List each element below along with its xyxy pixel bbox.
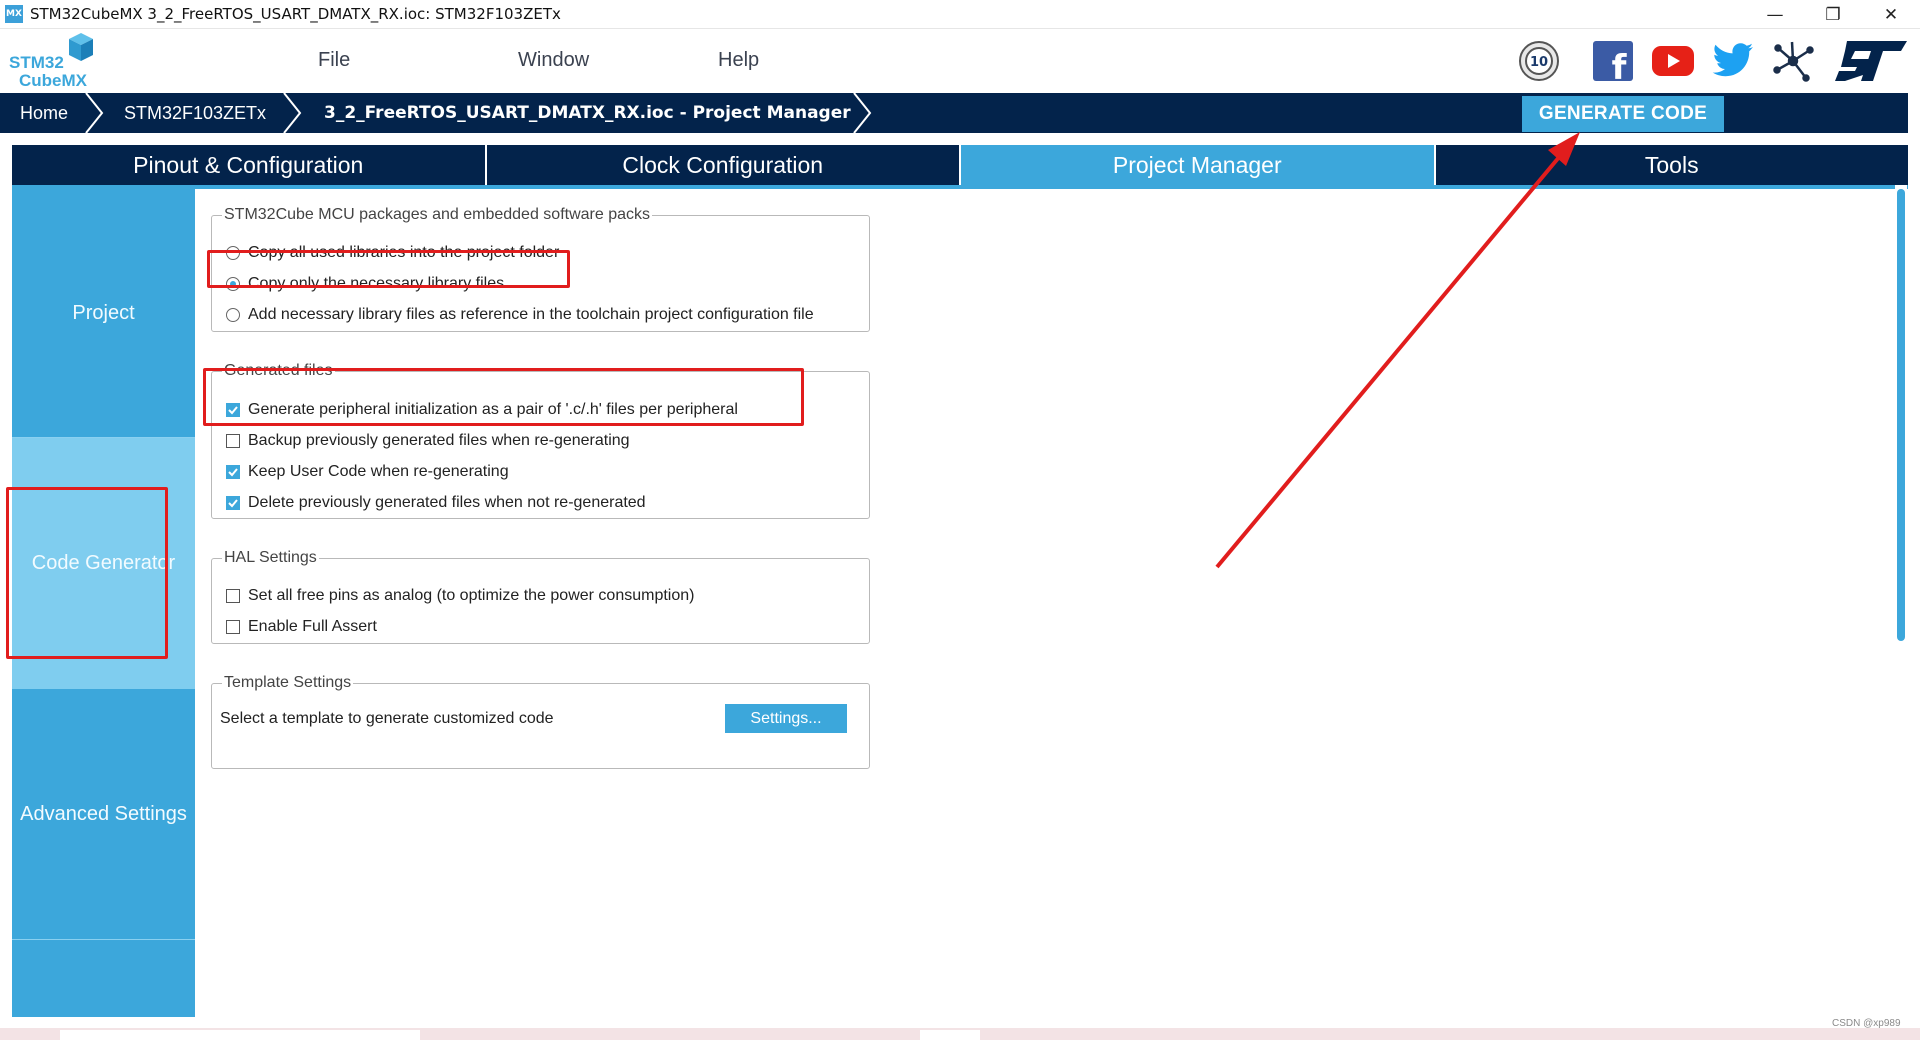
cube-icon: STM32 CubeMX bbox=[9, 33, 93, 90]
tab-clock-configuration[interactable]: Clock Configuration bbox=[486, 145, 961, 185]
menu-help[interactable]: Help bbox=[718, 49, 759, 72]
breadcrumb-project[interactable]: 3_2_FreeRTOS_USART_DMATX_RX.ioc - Projec… bbox=[324, 93, 851, 133]
taskbar-item[interactable] bbox=[60, 1030, 420, 1040]
template-settings-button[interactable]: Settings... bbox=[725, 704, 847, 733]
sidebar-divider bbox=[12, 939, 195, 940]
option-label: Set all free pins as analog (to optimize… bbox=[248, 587, 695, 604]
badge-text: 10 bbox=[1530, 55, 1548, 70]
scrollbar-thumb[interactable] bbox=[1897, 189, 1905, 641]
chevron-right-icon bbox=[283, 93, 302, 133]
chevron-right-icon bbox=[853, 93, 872, 133]
template-settings-group: Template Settings Select a template to g… bbox=[211, 674, 870, 769]
checkbox-icon[interactable] bbox=[226, 589, 240, 603]
group-legend: STM32Cube MCU packages and embedded soft… bbox=[224, 206, 650, 223]
network-icon[interactable] bbox=[1771, 37, 1815, 85]
hal-settings-group: HAL Settings Set all free pins as analog… bbox=[211, 549, 870, 644]
close-button[interactable]: ✕ bbox=[1862, 0, 1920, 29]
tab-tools[interactable]: Tools bbox=[1435, 145, 1908, 185]
template-text: Select a template to generate customized… bbox=[220, 710, 554, 727]
window-right-edge bbox=[1908, 93, 1920, 1040]
anniversary-badge-icon[interactable]: 10 bbox=[1517, 37, 1561, 85]
group-legend: HAL Settings bbox=[224, 549, 317, 566]
generate-code-button[interactable]: GENERATE CODE bbox=[1522, 96, 1724, 132]
sidebar-item-advanced-settings[interactable]: Advanced Settings bbox=[12, 689, 195, 939]
template-description: Select a template to generate customized… bbox=[220, 710, 554, 728]
checkbox-checked-icon[interactable] bbox=[226, 465, 240, 479]
group-legend: Template Settings bbox=[224, 674, 352, 691]
radio-icon[interactable] bbox=[226, 308, 240, 322]
option-keep-user-code[interactable]: Keep User Code when re-generating bbox=[226, 463, 509, 481]
option-add-as-reference[interactable]: Add necessary library files as reference… bbox=[226, 306, 814, 324]
sidebar-item-label: Project bbox=[72, 301, 135, 324]
sidebar-item-label: Advanced Settings bbox=[20, 802, 187, 825]
checkbox-icon[interactable] bbox=[226, 434, 240, 448]
watermark: CSDN @xp989 bbox=[1832, 1018, 1901, 1029]
main-tabs: Pinout & Configuration Clock Configurati… bbox=[12, 145, 1908, 185]
title-bar: MX STM32CubeMX 3_2_FreeRTOS_USART_DMATX_… bbox=[0, 0, 1920, 29]
option-backup-generated-files[interactable]: Backup previously generated files when r… bbox=[226, 432, 630, 450]
menu-file[interactable]: File bbox=[318, 49, 350, 72]
breadcrumb-device[interactable]: STM32F103ZETx bbox=[124, 93, 266, 133]
option-label: Enable Full Assert bbox=[248, 618, 377, 635]
window-title: STM32CubeMX 3_2_FreeRTOS_USART_DMATX_RX.… bbox=[30, 5, 561, 23]
minimize-button[interactable]: — bbox=[1746, 0, 1804, 29]
annotation-box-code-generator bbox=[6, 487, 168, 659]
option-label: Delete previously generated files when n… bbox=[248, 494, 646, 511]
logo-line2: CubeMX bbox=[19, 71, 88, 90]
twitter-icon[interactable] bbox=[1711, 37, 1755, 85]
window-controls: — ❐ ✕ bbox=[1746, 0, 1920, 29]
option-label: Add necessary library files as reference… bbox=[248, 306, 814, 323]
taskbar-item[interactable] bbox=[920, 1030, 980, 1040]
menu-bar: STM32 CubeMX File Window Help 10 f bbox=[0, 29, 1920, 93]
logo-line1: STM32 bbox=[9, 53, 64, 72]
maximize-button[interactable]: ❐ bbox=[1804, 0, 1862, 29]
option-label: Backup previously generated files when r… bbox=[248, 432, 630, 449]
tab-pinout-configuration[interactable]: Pinout & Configuration bbox=[12, 145, 487, 185]
sidebar-item-project[interactable]: Project bbox=[12, 189, 195, 437]
option-delete-previous-files[interactable]: Delete previously generated files when n… bbox=[226, 494, 646, 512]
annotation-box-generate-pairs bbox=[203, 368, 804, 426]
option-enable-full-assert[interactable]: Enable Full Assert bbox=[226, 618, 377, 636]
facebook-glyph: f bbox=[1612, 48, 1628, 81]
annotation-box-copy-necessary bbox=[207, 250, 570, 288]
taskbar-strip bbox=[0, 1028, 1920, 1040]
stm32cubemx-logo: STM32 CubeMX bbox=[9, 33, 101, 91]
tab-project-manager[interactable]: Project Manager bbox=[961, 145, 1436, 185]
youtube-icon[interactable] bbox=[1651, 37, 1695, 85]
st-logo-icon[interactable] bbox=[1834, 37, 1908, 85]
option-label: Keep User Code when re-generating bbox=[248, 463, 509, 480]
checkbox-icon[interactable] bbox=[226, 620, 240, 634]
facebook-icon[interactable]: f bbox=[1592, 37, 1634, 85]
chevron-right-icon bbox=[85, 93, 104, 133]
checkbox-checked-icon[interactable] bbox=[226, 496, 240, 510]
option-free-pins-analog[interactable]: Set all free pins as analog (to optimize… bbox=[226, 587, 694, 605]
app-icon: MX bbox=[5, 5, 23, 23]
menu-window[interactable]: Window bbox=[518, 49, 589, 72]
breadcrumb-home[interactable]: Home bbox=[20, 93, 68, 133]
app-window: MX STM32CubeMX 3_2_FreeRTOS_USART_DMATX_… bbox=[0, 0, 1920, 1040]
